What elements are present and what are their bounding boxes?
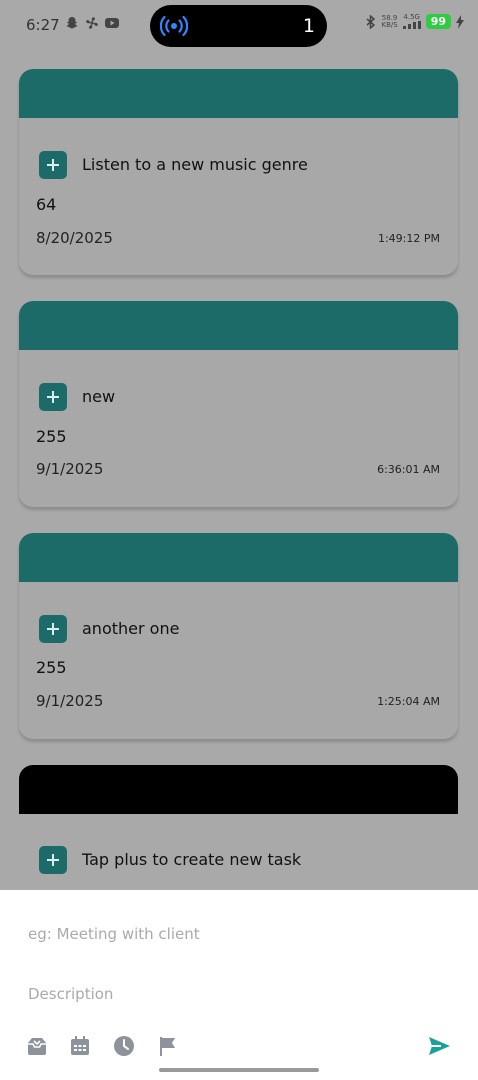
signal-label: 4.5G: [403, 13, 420, 21]
task-date: 9/1/2025: [36, 460, 104, 478]
flag-icon[interactable]: [157, 1035, 179, 1057]
snapchat-icon: [66, 17, 78, 29]
inbox-icon[interactable]: [26, 1035, 48, 1057]
status-bar: 6:27 1 58.9 KB/S 4.5G 99: [0, 0, 478, 52]
create-task-hint: Tap plus to create new task: [82, 850, 302, 869]
task-card-header: [19, 69, 458, 118]
add-subtask-button[interactable]: [39, 151, 67, 179]
task-card[interactable]: new 255 9/1/2025 6:36:01 AM: [19, 301, 458, 507]
task-date: 8/20/2025: [36, 229, 113, 247]
clock-icon[interactable]: [113, 1035, 135, 1057]
task-card-header: [19, 533, 458, 582]
new-task-card-header: [19, 765, 458, 814]
task-title: Listen to a new music genre: [82, 155, 308, 174]
task-time: 1:49:12 PM: [377, 232, 440, 245]
battery-level: 99: [425, 14, 451, 29]
task-number: 255: [36, 658, 67, 677]
charging-icon: [456, 14, 464, 29]
signal-bars-icon: [402, 21, 421, 29]
fan-icon: [86, 17, 98, 29]
plus-icon: [47, 391, 59, 403]
add-subtask-button[interactable]: [39, 615, 67, 643]
send-icon[interactable]: [427, 1034, 451, 1058]
task-description-input[interactable]: [28, 985, 428, 1003]
signal: 4.5G: [402, 13, 421, 29]
task-time: 1:25:04 AM: [377, 695, 440, 708]
home-indicator: [159, 1068, 319, 1072]
youtube-icon: [105, 18, 119, 28]
bluetooth-icon: [366, 14, 376, 29]
net-speed: 58.9 KB/S: [381, 14, 398, 29]
create-task-button[interactable]: [39, 846, 67, 874]
task-title-input[interactable]: [28, 925, 428, 943]
notification-icons: [64, 15, 120, 31]
system-status: 58.9 KB/S 4.5G 99: [366, 14, 464, 29]
task-title: another one: [82, 619, 180, 638]
task-title: new: [82, 387, 116, 406]
task-card[interactable]: another one 255 9/1/2025 1:25:04 AM: [19, 533, 458, 739]
task-number: 64: [36, 195, 57, 214]
broadcast-icon: [160, 15, 188, 37]
status-time: 6:27: [26, 16, 60, 34]
task-card[interactable]: Listen to a new music genre 64 8/20/2025…: [19, 69, 458, 275]
plus-icon: [47, 159, 59, 171]
task-time: 6:36:01 AM: [377, 463, 440, 476]
plus-icon: [47, 854, 59, 866]
calendar-icon[interactable]: [69, 1035, 91, 1057]
task-card-header: [19, 301, 458, 350]
plus-icon: [47, 623, 59, 635]
task-number: 255: [36, 427, 67, 446]
task-date: 9/1/2025: [36, 692, 104, 710]
net-speed-unit: KB/S: [381, 20, 398, 29]
dynamic-island[interactable]: 1: [150, 5, 327, 47]
island-count: 1: [302, 15, 315, 37]
add-subtask-button[interactable]: [39, 383, 67, 411]
